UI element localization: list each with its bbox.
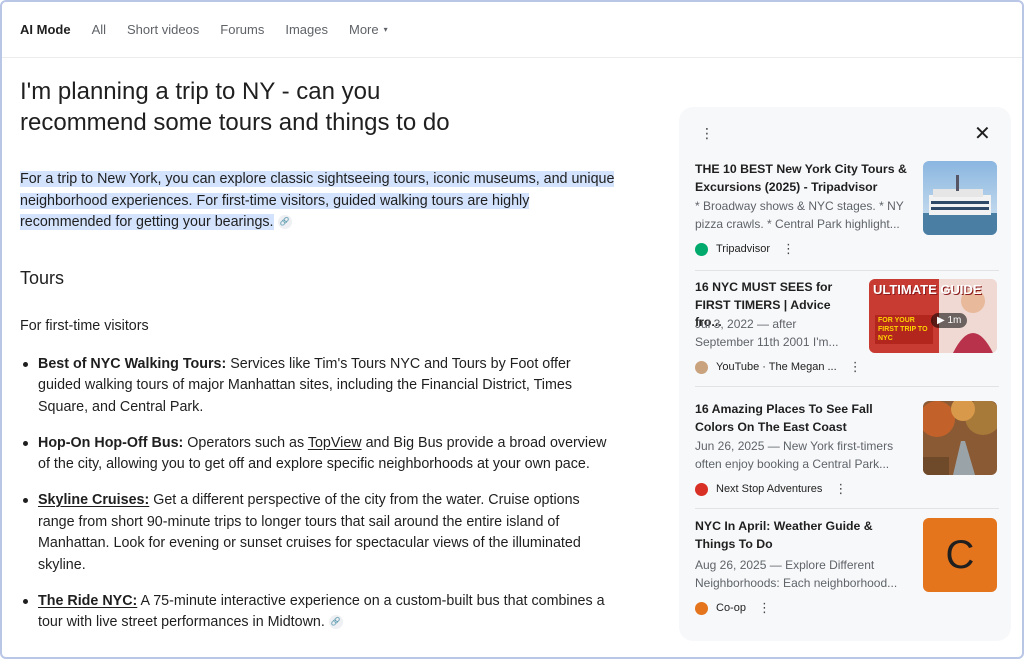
source-name: Next Stop Adventures	[716, 483, 823, 495]
card-snippet: September 11th 2001 I'm...	[695, 334, 839, 349]
tab-images[interactable]: Images	[285, 22, 328, 37]
card-snippet: Jul 3, 2022 — after	[695, 317, 797, 331]
channel-avatar-icon	[695, 360, 708, 374]
card-title[interactable]: NYC In April: Weather Guide & Things To …	[695, 518, 915, 553]
intro-paragraph: For a trip to New York, you can explore …	[20, 169, 620, 234]
source-card-next-stop[interactable]: 16 Amazing Places To See Fall Colors On …	[695, 401, 999, 509]
source-name: Tripadvisor	[716, 243, 770, 255]
card-title[interactable]: THE 10 BEST New York City Tours & Excurs…	[695, 161, 915, 196]
card-snippet: Neighborhoods: Each neighborhood...	[695, 575, 898, 590]
next-stop-logo-icon	[695, 482, 708, 496]
tab-all[interactable]: All	[92, 22, 106, 37]
list-item: Skyline Cruises: Get a different perspec…	[20, 490, 610, 576]
source-options-icon[interactable]: ⋮	[834, 481, 847, 497]
card-snippet: often enjoy booking a Central Park...	[695, 456, 890, 471]
source-name: YouTube · The Megan ...	[716, 361, 837, 373]
browser-frame: AI Mode All Short videos Forums Images M…	[0, 0, 1024, 659]
video-thumbnail[interactable]: ULTIMATE GUIDE FOR YOUR FIRST TRIP TO NY…	[869, 279, 997, 353]
highlighted-intro-text: For a trip to New York, you can explore …	[20, 171, 615, 230]
co-op-logo-icon	[695, 601, 708, 615]
source-options-icon[interactable]: ⋮	[849, 359, 862, 375]
search-tabs: AI Mode All Short videos Forums Images M…	[2, 2, 1022, 58]
tab-forums[interactable]: Forums	[220, 22, 264, 37]
fall-road-image	[923, 401, 997, 475]
thumbnail-subtitle: FOR YOUR FIRST TRIP TO NYC	[875, 315, 933, 344]
link-icon[interactable]: 🔗	[328, 615, 343, 630]
card-snippet: Aug 26, 2025 — Explore Different	[695, 558, 875, 572]
list-item: Hop-On Hop-Off Bus: Operators such as To…	[20, 433, 610, 476]
source-card-tripadvisor[interactable]: THE 10 BEST New York City Tours & Excurs…	[695, 161, 999, 271]
skyline-cruises-link[interactable]: Skyline Cruises:	[38, 492, 149, 508]
ship-thumbnail[interactable]	[923, 161, 997, 235]
card-source: Tripadvisor ⋮	[695, 241, 795, 257]
more-options-icon[interactable]: ⋮	[700, 125, 714, 142]
card-source: Co-op ⋮	[695, 600, 771, 616]
the-ride-link[interactable]: The Ride NYC:	[38, 593, 137, 609]
close-icon[interactable]: ✕	[974, 121, 991, 146]
ai-response: I'm planning a trip to NY - can you reco…	[20, 76, 620, 648]
source-card-youtube[interactable]: 16 NYC MUST SEES for FIRST TIMERS | Advi…	[695, 279, 999, 387]
tab-more-label: More	[348, 22, 379, 37]
card-source: YouTube · The Megan ... ⋮	[695, 359, 862, 375]
tab-more[interactable]: More ▾	[349, 22, 388, 37]
tab-short-videos[interactable]: Short videos	[127, 22, 199, 37]
tripadvisor-logo-icon	[695, 242, 708, 256]
source-card-co-op[interactable]: NYC In April: Weather Guide & Things To …	[695, 518, 999, 626]
link-icon[interactable]: 🔗	[277, 215, 292, 230]
card-snippet: * Broadway shows & NYC stages. * NY	[695, 199, 904, 213]
co-op-logo-thumbnail[interactable]: C	[923, 518, 997, 592]
sources-panel: ⋮ ✕ THE 10 BEST New York City Tours & Ex…	[679, 107, 1011, 641]
item-term: Best of NYC Walking Tours:	[38, 355, 227, 372]
ship-image	[923, 161, 997, 235]
item-term: Hop-On Hop-Off Bus:	[38, 434, 184, 451]
section-heading-tours: Tours	[20, 267, 65, 288]
list-item: Best of NYC Walking Tours: Services like…	[20, 354, 610, 419]
source-name: Co-op	[716, 602, 746, 614]
card-title[interactable]: 16 Amazing Places To See Fall Colors On …	[695, 401, 915, 436]
card-source: Next Stop Adventures ⋮	[695, 481, 847, 497]
card-snippet: Jun 26, 2025 — New York first-timers	[695, 439, 894, 453]
source-options-icon[interactable]: ⋮	[758, 600, 771, 616]
item-text: Operators such as	[183, 434, 308, 451]
tab-ai-mode[interactable]: AI Mode	[20, 22, 71, 37]
chevron-down-icon: ▾	[383, 25, 388, 34]
tours-list: Best of NYC Walking Tours: Services like…	[20, 354, 620, 634]
subheading-first-time: For first-time visitors	[20, 317, 149, 334]
topview-link[interactable]: TopView	[308, 435, 362, 451]
fall-road-thumbnail[interactable]	[923, 401, 997, 475]
list-item: The Ride NYC: A 75-minute interactive ex…	[20, 591, 610, 634]
thumbnail-title: ULTIMATE GUIDE	[873, 282, 982, 297]
video-duration-badge: ▶ 1m	[931, 313, 968, 328]
card-snippet: pizza crawls. * Central Park highlight..…	[695, 216, 900, 231]
source-options-icon[interactable]: ⋮	[782, 241, 795, 257]
query-heading: I'm planning a trip to NY - can you reco…	[20, 78, 450, 136]
